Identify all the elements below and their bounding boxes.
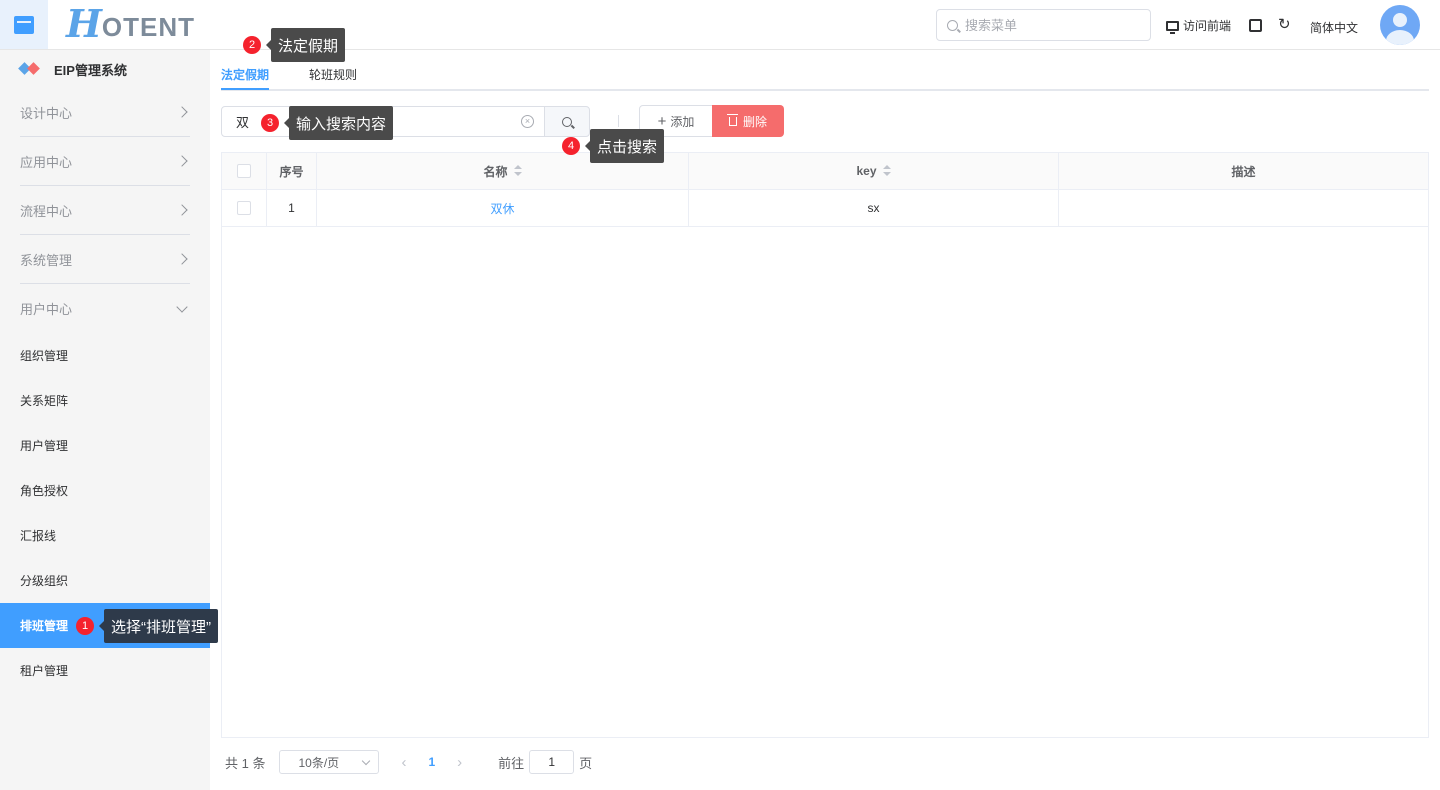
search-button[interactable] bbox=[544, 106, 590, 137]
system-title: EIP管理系统 bbox=[0, 50, 210, 88]
table-header-row: 序号 名称 key 描述 bbox=[222, 153, 1428, 190]
delete-button[interactable]: 删除 bbox=[712, 105, 784, 137]
plus-icon: + bbox=[657, 112, 667, 130]
page-size-value: 10条/页 bbox=[298, 755, 340, 770]
system-logo-icon bbox=[20, 62, 42, 76]
chevron-right-icon bbox=[176, 253, 188, 265]
system-title-text: EIP管理系统 bbox=[54, 62, 127, 78]
sidebar-group-label: 系统管理 bbox=[20, 252, 73, 268]
visit-frontend-label: 访问前端 bbox=[1183, 19, 1232, 33]
sidebar-group-app[interactable]: 应用中心 bbox=[20, 137, 190, 186]
header-key-label: key bbox=[856, 164, 877, 178]
header-name-label: 名称 bbox=[483, 164, 508, 179]
clear-icon[interactable]: × bbox=[521, 115, 534, 128]
chevron-down-icon bbox=[362, 756, 371, 766]
step-badge-1: 1 bbox=[76, 617, 94, 635]
delete-button-label: 删除 bbox=[742, 114, 767, 129]
sort-icon[interactable] bbox=[882, 165, 891, 177]
sidebar-item-tenant[interactable]: 租户管理 bbox=[0, 648, 210, 693]
sidebar-group-label: 设计中心 bbox=[20, 105, 73, 121]
trash-icon bbox=[726, 113, 738, 126]
chevron-right-icon bbox=[176, 204, 188, 216]
tab-shift-rules[interactable]: 轮班规则 bbox=[309, 66, 357, 83]
pagination-total: 共 1 条 bbox=[225, 755, 266, 771]
row-select-cell bbox=[222, 190, 267, 226]
menu-search[interactable] bbox=[936, 9, 1151, 41]
language-switch[interactable]: 简体中文 bbox=[1310, 19, 1358, 36]
step-badge-2: 2 bbox=[243, 36, 261, 54]
sidebar-group-system[interactable]: 系统管理 bbox=[20, 235, 190, 284]
main-content: 法定假期 轮班规则 双 × + 添加 删除 序号 名称 key 描述 1 双休 … bbox=[210, 50, 1440, 790]
search-icon bbox=[562, 116, 572, 127]
step-badge-4: 4 bbox=[562, 137, 580, 155]
table-row: 1 双休 sx bbox=[222, 190, 1428, 227]
active-tab-indicator bbox=[221, 88, 269, 90]
data-table: 序号 名称 key 描述 1 双休 sx bbox=[221, 152, 1429, 738]
monitor-icon bbox=[1166, 20, 1179, 34]
header-desc: 描述 bbox=[1231, 164, 1256, 179]
sidebar-group-user[interactable]: 用户中心 bbox=[20, 284, 190, 333]
sidebar-item-roles[interactable]: 角色授权 bbox=[0, 468, 210, 513]
chevron-right-icon bbox=[176, 106, 188, 118]
pagination: 共 1 条 10条/页 ‹ 1 › 前往 1 页 bbox=[225, 750, 592, 774]
row-key: sx bbox=[689, 190, 1059, 226]
next-page-icon[interactable]: › bbox=[457, 754, 462, 771]
step-tooltip-3: 输入搜索内容 bbox=[283, 106, 394, 140]
logo: H OTENT bbox=[66, 1, 196, 46]
header-index: 序号 bbox=[267, 153, 317, 189]
fullscreen-icon[interactable] bbox=[1249, 19, 1262, 32]
row-desc bbox=[1059, 190, 1428, 226]
row-name-cell: 双休 bbox=[317, 190, 689, 226]
sort-icon[interactable] bbox=[513, 165, 522, 177]
add-button-label: 添加 bbox=[670, 114, 695, 129]
page-number[interactable]: 1 bbox=[428, 755, 435, 769]
avatar-body-shape bbox=[1386, 30, 1414, 45]
query-input-value: 双 bbox=[236, 115, 250, 130]
goto-page-input[interactable]: 1 bbox=[529, 750, 575, 774]
avatar-head-shape bbox=[1393, 13, 1407, 27]
chevron-right-icon bbox=[176, 155, 188, 167]
sidebar-group-label: 应用中心 bbox=[20, 154, 73, 170]
header-select-cell bbox=[222, 153, 267, 189]
page-size-select[interactable]: 10条/页 bbox=[279, 750, 380, 774]
divider bbox=[618, 115, 619, 127]
step-tooltip-4: 点击搜索 bbox=[584, 129, 665, 163]
logo-letter: H bbox=[66, 1, 102, 46]
chevron-down-icon bbox=[176, 300, 188, 313]
avatar[interactable] bbox=[1380, 5, 1420, 45]
prev-page-icon[interactable]: ‹ bbox=[401, 754, 406, 771]
menu-icon bbox=[14, 15, 34, 34]
sidebar-group-label: 流程中心 bbox=[20, 203, 73, 219]
sidebar: EIP管理系统 设计中心 应用中心 流程中心 系统管理 用户中心 组织管理 关系… bbox=[0, 50, 210, 790]
sidebar-item-hier-org[interactable]: 分级组织 bbox=[0, 558, 210, 603]
step-badge-3: 3 bbox=[261, 114, 279, 132]
refresh-icon[interactable]: ↻ bbox=[1278, 17, 1291, 32]
visit-frontend-button[interactable]: 访问前端 bbox=[1166, 17, 1231, 34]
header-key[interactable]: key bbox=[689, 153, 1059, 189]
tab-bar: 法定假期 轮班规则 bbox=[221, 50, 1429, 91]
step-tooltip-2: 法定假期 bbox=[265, 28, 346, 62]
top-header: H OTENT 访问前端 ↻ 简体中文 bbox=[0, 0, 1440, 50]
sidebar-item-matrix[interactable]: 关系矩阵 bbox=[0, 378, 210, 423]
sidebar-item-org[interactable]: 组织管理 bbox=[0, 333, 210, 378]
logo-text: OTENT bbox=[101, 12, 196, 42]
row-checkbox[interactable] bbox=[237, 201, 251, 215]
menu-search-input[interactable] bbox=[965, 17, 1135, 33]
sidebar-item-users[interactable]: 用户管理 bbox=[0, 423, 210, 468]
goto-suffix: 页 bbox=[579, 755, 593, 771]
goto-prefix: 前往 bbox=[498, 755, 525, 771]
search-icon bbox=[947, 19, 958, 31]
tab-holidays[interactable]: 法定假期 bbox=[221, 66, 269, 83]
step-tooltip-1: 选择“排班管理” bbox=[99, 609, 218, 643]
sidebar-group-design[interactable]: 设计中心 bbox=[20, 88, 190, 137]
row-name-link[interactable]: 双休 bbox=[490, 200, 514, 217]
sidebar-group-label: 用户中心 bbox=[20, 302, 73, 317]
menu-toggle-button[interactable] bbox=[0, 0, 48, 49]
sidebar-item-report-line[interactable]: 汇报线 bbox=[0, 513, 210, 558]
sidebar-group-flow[interactable]: 流程中心 bbox=[20, 186, 190, 235]
row-index: 1 bbox=[267, 190, 317, 226]
select-all-checkbox[interactable] bbox=[237, 164, 251, 178]
